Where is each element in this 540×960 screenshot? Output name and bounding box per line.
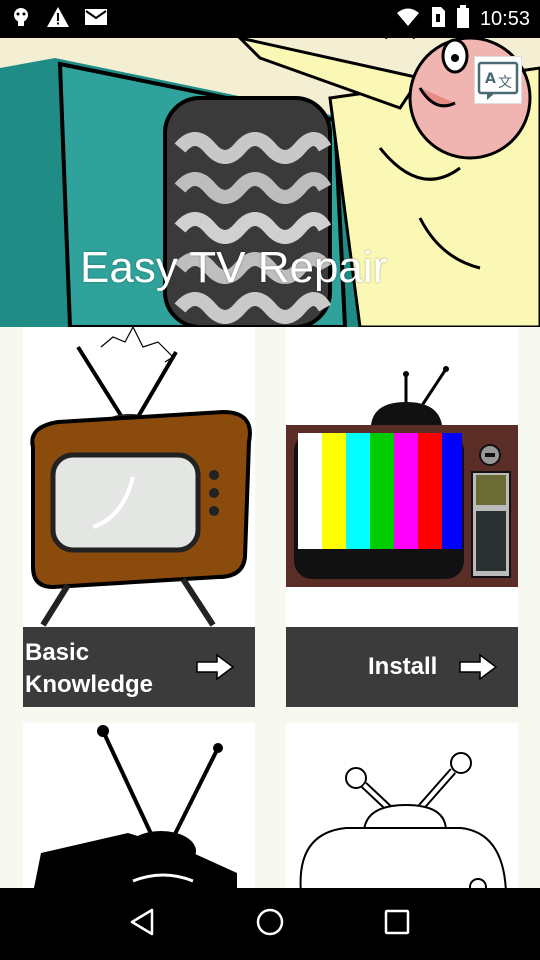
retro-tv-image [23,327,255,627]
arrow-right-icon [459,653,498,681]
card-basic-knowledge[interactable]: Basic Knowledge [23,327,255,707]
android-debug-icon [10,6,32,32]
recents-icon[interactable] [382,907,412,941]
sim-icon [430,6,446,32]
card-label-bar[interactable]: Install [286,627,518,707]
color-bar-tv-image [286,327,518,627]
app-title: Easy TV Repair [80,243,388,292]
card-label-line1: Basic [25,639,90,666]
battery-icon [456,5,470,33]
navigation-bar [0,888,540,960]
svg-text:A: A [485,71,496,87]
card-label-line2: Knowledge [25,671,154,698]
wifi-icon [396,7,420,31]
svg-text:文: 文 [498,75,512,91]
clock: 10:53 [479,7,530,30]
translate-icon: A 文 [477,61,519,100]
back-icon[interactable] [128,907,158,941]
card-label-bar[interactable]: Basic Knowledge [23,627,255,707]
arrow-right-icon [196,653,235,681]
status-bar: 10:53 [0,0,540,38]
outline-tv-image [286,723,518,888]
gmail-icon [84,7,108,31]
card-install[interactable]: Install [286,327,518,707]
silhouette-tv-image [23,723,255,888]
hero-banner: Easy TV Repair [0,38,540,327]
category-grid: Basic Knowledge Install [0,327,540,888]
card-label: Install [368,653,438,680]
warning-icon [46,6,70,32]
card-fourth[interactable] [286,723,518,888]
card-label: Basic Knowledge [25,637,153,701]
home-icon[interactable] [255,907,285,941]
translate-button[interactable]: A 文 [474,56,522,104]
card-third[interactable] [23,723,255,888]
